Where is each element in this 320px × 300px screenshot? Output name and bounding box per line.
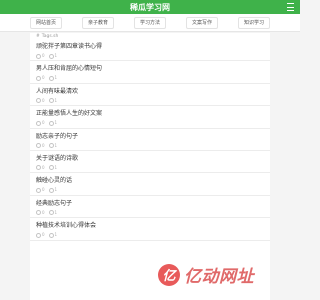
comment-count-value: 1 [54,53,58,58]
comment-count: 1 [48,75,58,81]
list-item-meta: 01 [36,120,270,126]
comment-count: 1 [48,142,58,149]
list-item-title[interactable]: 男人压和肯屈的心情短句 [36,65,270,72]
view-count: 0 [36,75,45,81]
list-item[interactable]: 男人压和肯屈的心情短句 0 1 [30,61,270,84]
comment-icon [48,187,54,193]
list-item-title[interactable]: 顽驼拌子第四章读书心得 [36,43,270,50]
list-item[interactable]: 顽驼拌子第四章读书心得 0 1 [30,39,270,62]
list-item-meta: 01 [36,143,270,149]
list-item-title[interactable]: 正能量感悟人生的好文案 [36,110,270,117]
comment-icon [48,75,54,81]
list-item[interactable]: 种植技术培训心得体会 0 1 [30,218,270,241]
comment-count: 1 [48,209,58,216]
view-count-value: 0 [42,142,45,148]
eye-icon [36,120,41,126]
nav-item-study-methods[interactable]: 学习方法 [133,16,166,29]
nav-item-copywriting[interactable]: 文案写作 [185,16,218,29]
comment-icon [48,143,54,149]
comment-icon [48,120,54,126]
view-count-value: 0 [42,232,45,238]
eye-icon [36,53,41,59]
eye-icon [36,75,41,81]
list-item-title[interactable]: 励志亲子的句子 [36,133,270,140]
comment-icon [48,210,54,216]
eye-icon [36,210,41,216]
view-count: 0 [36,187,45,193]
comment-count-value: 1 [54,142,58,148]
view-count: 0 [36,53,45,59]
list-item-meta: 01 [36,98,270,104]
site-title[interactable]: 稀瓜学习网 [130,2,170,13]
view-count-value: 0 [42,97,45,103]
list-item-meta: 01 [36,232,270,238]
view-count: 0 [36,120,45,126]
watermark-logo-icon: 亿 [158,263,180,286]
comment-icon [48,165,54,171]
view-count: 0 [36,210,45,216]
list-item[interactable]: 关于谜语的诗歌 0 1 [30,151,270,174]
list-item-title[interactable]: 经典励志句子 [36,200,270,207]
list-item-meta: 01 [36,75,270,81]
view-count-value: 0 [42,187,45,193]
view-count-value: 0 [42,75,45,81]
list-item[interactable]: 正能量感悟人生的好文案 0 1 [30,106,270,129]
list-item-title[interactable]: 触碰心灵的话 [36,177,270,184]
nav-item-knowledge[interactable]: 知识学习 [237,16,270,29]
view-count-value: 0 [42,209,45,215]
view-count: 0 [36,143,45,149]
list-item[interactable]: 励志亲子的句子 0 1 [30,129,270,151]
comment-count-value: 1 [54,75,58,81]
nav-bar: 网站首页 亲子教育 学习方法 文案写作 知识学习 [0,14,300,32]
watermark-text: 亿动网址 [184,267,254,287]
eye-icon [36,232,41,238]
list-item[interactable]: 人间有味最清欢 0 1 [30,84,270,107]
list-item[interactable]: 经典励志句子 0 1 [30,196,270,219]
view-count: 0 [36,165,45,171]
eye-icon [36,98,41,104]
list-item-meta: 01 [36,165,270,171]
list-item-title[interactable]: 关于谜语的诗歌 [36,155,270,162]
list-item-title[interactable]: 种植技术培训心得体会 [36,222,270,229]
comment-count-value: 1 [54,232,58,238]
view-count: 0 [36,232,45,238]
comment-count: 1 [48,120,58,126]
comment-icon [48,98,54,104]
view-count-value: 0 [42,53,45,58]
comment-count: 1 [48,232,58,238]
comment-count-value: 1 [54,120,58,126]
comment-count: 1 [48,97,58,104]
list-item[interactable]: 触碰心灵的话 0 1 [30,173,270,196]
eye-icon [36,143,41,149]
comment-icon [48,53,54,59]
eye-icon [36,187,41,193]
list-item-meta: 01 [36,210,270,216]
comment-count-value: 1 [54,209,58,215]
comment-count: 1 [48,164,58,171]
comment-count-value: 1 [54,187,58,193]
list-item-meta: 01 [36,53,270,59]
menu-icon[interactable] [287,3,294,11]
article-list: # Tags.sh 顽驼拌子第四章读书心得 0 1 男人压和肯屈的心情短句 0 1 人间有味… [30,33,270,300]
comment-count: 1 [48,53,58,59]
comment-count: 1 [48,187,58,193]
eye-icon [36,165,41,171]
nav-item-parenting[interactable]: 亲子教育 [81,16,114,29]
watermark: 亿 亿动网址 [158,262,254,287]
list-item-meta: 01 [36,187,270,193]
site-header: 稀瓜学习网 [0,0,300,14]
comment-icon [48,232,54,238]
view-count-value: 0 [42,120,45,126]
list-item-title[interactable]: 人间有味最清欢 [36,88,270,95]
view-count: 0 [36,98,45,104]
view-count-value: 0 [42,164,45,170]
comment-count-value: 1 [54,97,58,103]
comment-count-value: 1 [54,164,58,170]
nav-item-home[interactable]: 网站首页 [29,16,62,29]
